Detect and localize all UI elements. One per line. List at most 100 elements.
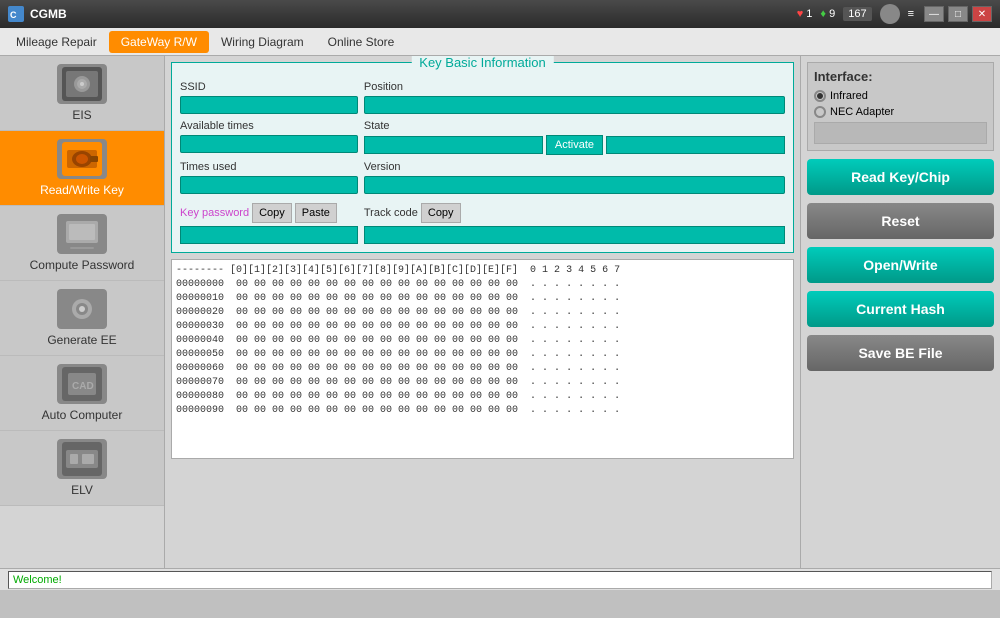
paste-button[interactable]: Paste	[295, 203, 337, 223]
version-label: Version	[364, 161, 785, 173]
key-password-group: Key password Copy Paste	[180, 200, 358, 244]
hex-row-0: 00000000 00 00 00 00 00 00 00 00 00 00 0…	[176, 278, 789, 292]
times-used-label: Times used	[180, 161, 358, 173]
nec-radio-row[interactable]: NEC Adapter	[814, 106, 987, 118]
svg-text:CAD: CAD	[72, 381, 94, 392]
elv-icon	[57, 439, 107, 479]
hex-row-4: 00000040 00 00 00 00 00 00 00 00 00 00 0…	[176, 334, 789, 348]
heart-stat: ♥ 1	[797, 8, 813, 20]
current-hash-button[interactable]: Current Hash	[807, 291, 994, 327]
state-label: State	[364, 120, 785, 132]
generate-icon	[57, 289, 107, 329]
hex-header: -------- [0][1][2][3][4][5][6][7][8][9][…	[176, 264, 789, 278]
eis-icon	[57, 64, 107, 104]
hex-row-6: 00000060 00 00 00 00 00 00 00 00 00 00 0…	[176, 362, 789, 376]
ssid-input[interactable]	[180, 96, 358, 114]
copy-track-code-button[interactable]: Copy	[421, 203, 461, 223]
sidebar-label-readwrite: Read/Write Key	[40, 183, 124, 197]
available-times-group: Available times	[180, 120, 358, 155]
menu-store[interactable]: Online Store	[316, 31, 407, 53]
sidebar-item-generate[interactable]: Generate EE	[0, 281, 164, 356]
heart-icon: ♥	[797, 8, 804, 20]
state-input[interactable]	[364, 136, 543, 154]
diamond-icon: ♦	[820, 8, 826, 20]
diamond-stat: ♦ 9	[820, 8, 835, 20]
sidebar-label-generate: Generate EE	[47, 333, 116, 347]
sidebar: EIS Read/Write Key	[0, 56, 165, 568]
hex-row-2: 00000020 00 00 00 00 00 00 00 00 00 00 0…	[176, 306, 789, 320]
position-field-group: Position	[364, 81, 785, 114]
infrared-radio[interactable]	[814, 90, 826, 102]
nec-label: NEC Adapter	[830, 106, 894, 118]
activate-button[interactable]: Activate	[546, 135, 603, 155]
open-write-button[interactable]: Open/Write	[807, 247, 994, 283]
save-be-button[interactable]: Save BE File	[807, 335, 994, 371]
menu-wiring[interactable]: Wiring Diagram	[209, 31, 316, 53]
menu-mileage-repair[interactable]: Mileage Repair	[4, 31, 109, 53]
sidebar-item-readwrite[interactable]: Read/Write Key	[0, 131, 164, 206]
readwrite-icon	[57, 139, 107, 179]
hex-dump-area[interactable]: -------- [0][1][2][3][4][5][6][7][8][9][…	[171, 259, 794, 459]
state-input2[interactable]	[606, 136, 785, 154]
compute-icon	[57, 214, 107, 254]
counter-stat: 167	[843, 7, 871, 21]
key-password-input[interactable]	[180, 226, 358, 244]
hex-row-1: 00000010 00 00 00 00 00 00 00 00 00 00 0…	[176, 292, 789, 306]
window-controls: — □ ✕	[924, 6, 992, 22]
hex-row-7: 00000070 00 00 00 00 00 00 00 00 00 00 0…	[176, 376, 789, 390]
times-used-group: Times used	[180, 161, 358, 194]
nec-radio[interactable]	[814, 106, 826, 118]
position-input[interactable]	[364, 96, 785, 114]
copy-key-password-button[interactable]: Copy	[252, 203, 292, 223]
sidebar-item-eis[interactable]: EIS	[0, 56, 164, 131]
app-icon: C	[8, 6, 24, 22]
maximize-button[interactable]: □	[948, 6, 968, 22]
available-times-label: Available times	[180, 120, 358, 132]
sidebar-label-compute: Compute Password	[30, 258, 135, 272]
close-button[interactable]: ✕	[972, 6, 992, 22]
status-bar	[0, 568, 1000, 590]
title-bar: C CGMB ♥ 1 ♦ 9 167 ≡ — □ ✕	[0, 0, 1000, 28]
reset-button[interactable]: Reset	[807, 203, 994, 239]
track-code-group: Track code Copy	[364, 200, 785, 244]
avatar	[880, 4, 900, 24]
status-message	[8, 571, 992, 589]
sidebar-label-elv: ELV	[71, 483, 93, 497]
key-info-panel: Key Basic Information SSID Position Avai…	[171, 62, 794, 253]
auto-icon: CAD	[57, 364, 107, 404]
key-password-label: Key password	[180, 207, 249, 219]
menu-icon: ≡	[908, 8, 914, 20]
available-times-input[interactable]	[180, 135, 358, 153]
interface-box: Interface: Infrared NEC Adapter	[807, 62, 994, 151]
sidebar-label-eis: EIS	[72, 108, 91, 122]
minimize-button[interactable]: —	[924, 6, 944, 22]
key-info-title: Key Basic Information	[411, 56, 553, 70]
sidebar-label-auto: Auto Computer	[42, 408, 123, 422]
hex-row-3: 00000030 00 00 00 00 00 00 00 00 00 00 0…	[176, 320, 789, 334]
interface-input[interactable]	[814, 122, 987, 144]
sidebar-item-auto[interactable]: CAD Auto Computer	[0, 356, 164, 431]
position-label: Position	[364, 81, 785, 93]
title-stats: ♥ 1 ♦ 9 167 ≡	[797, 4, 914, 24]
sidebar-item-elv[interactable]: ELV	[0, 431, 164, 506]
menu-gateway[interactable]: GateWay R/W	[109, 31, 209, 53]
interface-title: Interface:	[814, 69, 987, 84]
track-code-label: Track code	[364, 207, 418, 219]
content-area: Key Basic Information SSID Position Avai…	[165, 56, 800, 568]
app-title: CGMB	[30, 7, 797, 21]
state-field-group: State Activate	[364, 120, 785, 155]
hex-row-5: 00000050 00 00 00 00 00 00 00 00 00 00 0…	[176, 348, 789, 362]
track-code-input[interactable]	[364, 226, 785, 244]
version-input[interactable]	[364, 176, 785, 194]
sidebar-item-compute[interactable]: Compute Password	[0, 206, 164, 281]
main-layout: EIS Read/Write Key	[0, 56, 1000, 568]
hex-row-8: 00000080 00 00 00 00 00 00 00 00 00 00 0…	[176, 390, 789, 404]
version-field-group: Version	[364, 161, 785, 194]
right-panel: Interface: Infrared NEC Adapter Read Key…	[800, 56, 1000, 568]
read-key-button[interactable]: Read Key/Chip	[807, 159, 994, 195]
times-used-input[interactable]	[180, 176, 358, 194]
menu-bar: Mileage Repair GateWay R/W Wiring Diagra…	[0, 28, 1000, 56]
svg-text:C: C	[10, 10, 17, 20]
infrared-radio-row[interactable]: Infrared	[814, 90, 987, 102]
ssid-label: SSID	[180, 81, 358, 93]
